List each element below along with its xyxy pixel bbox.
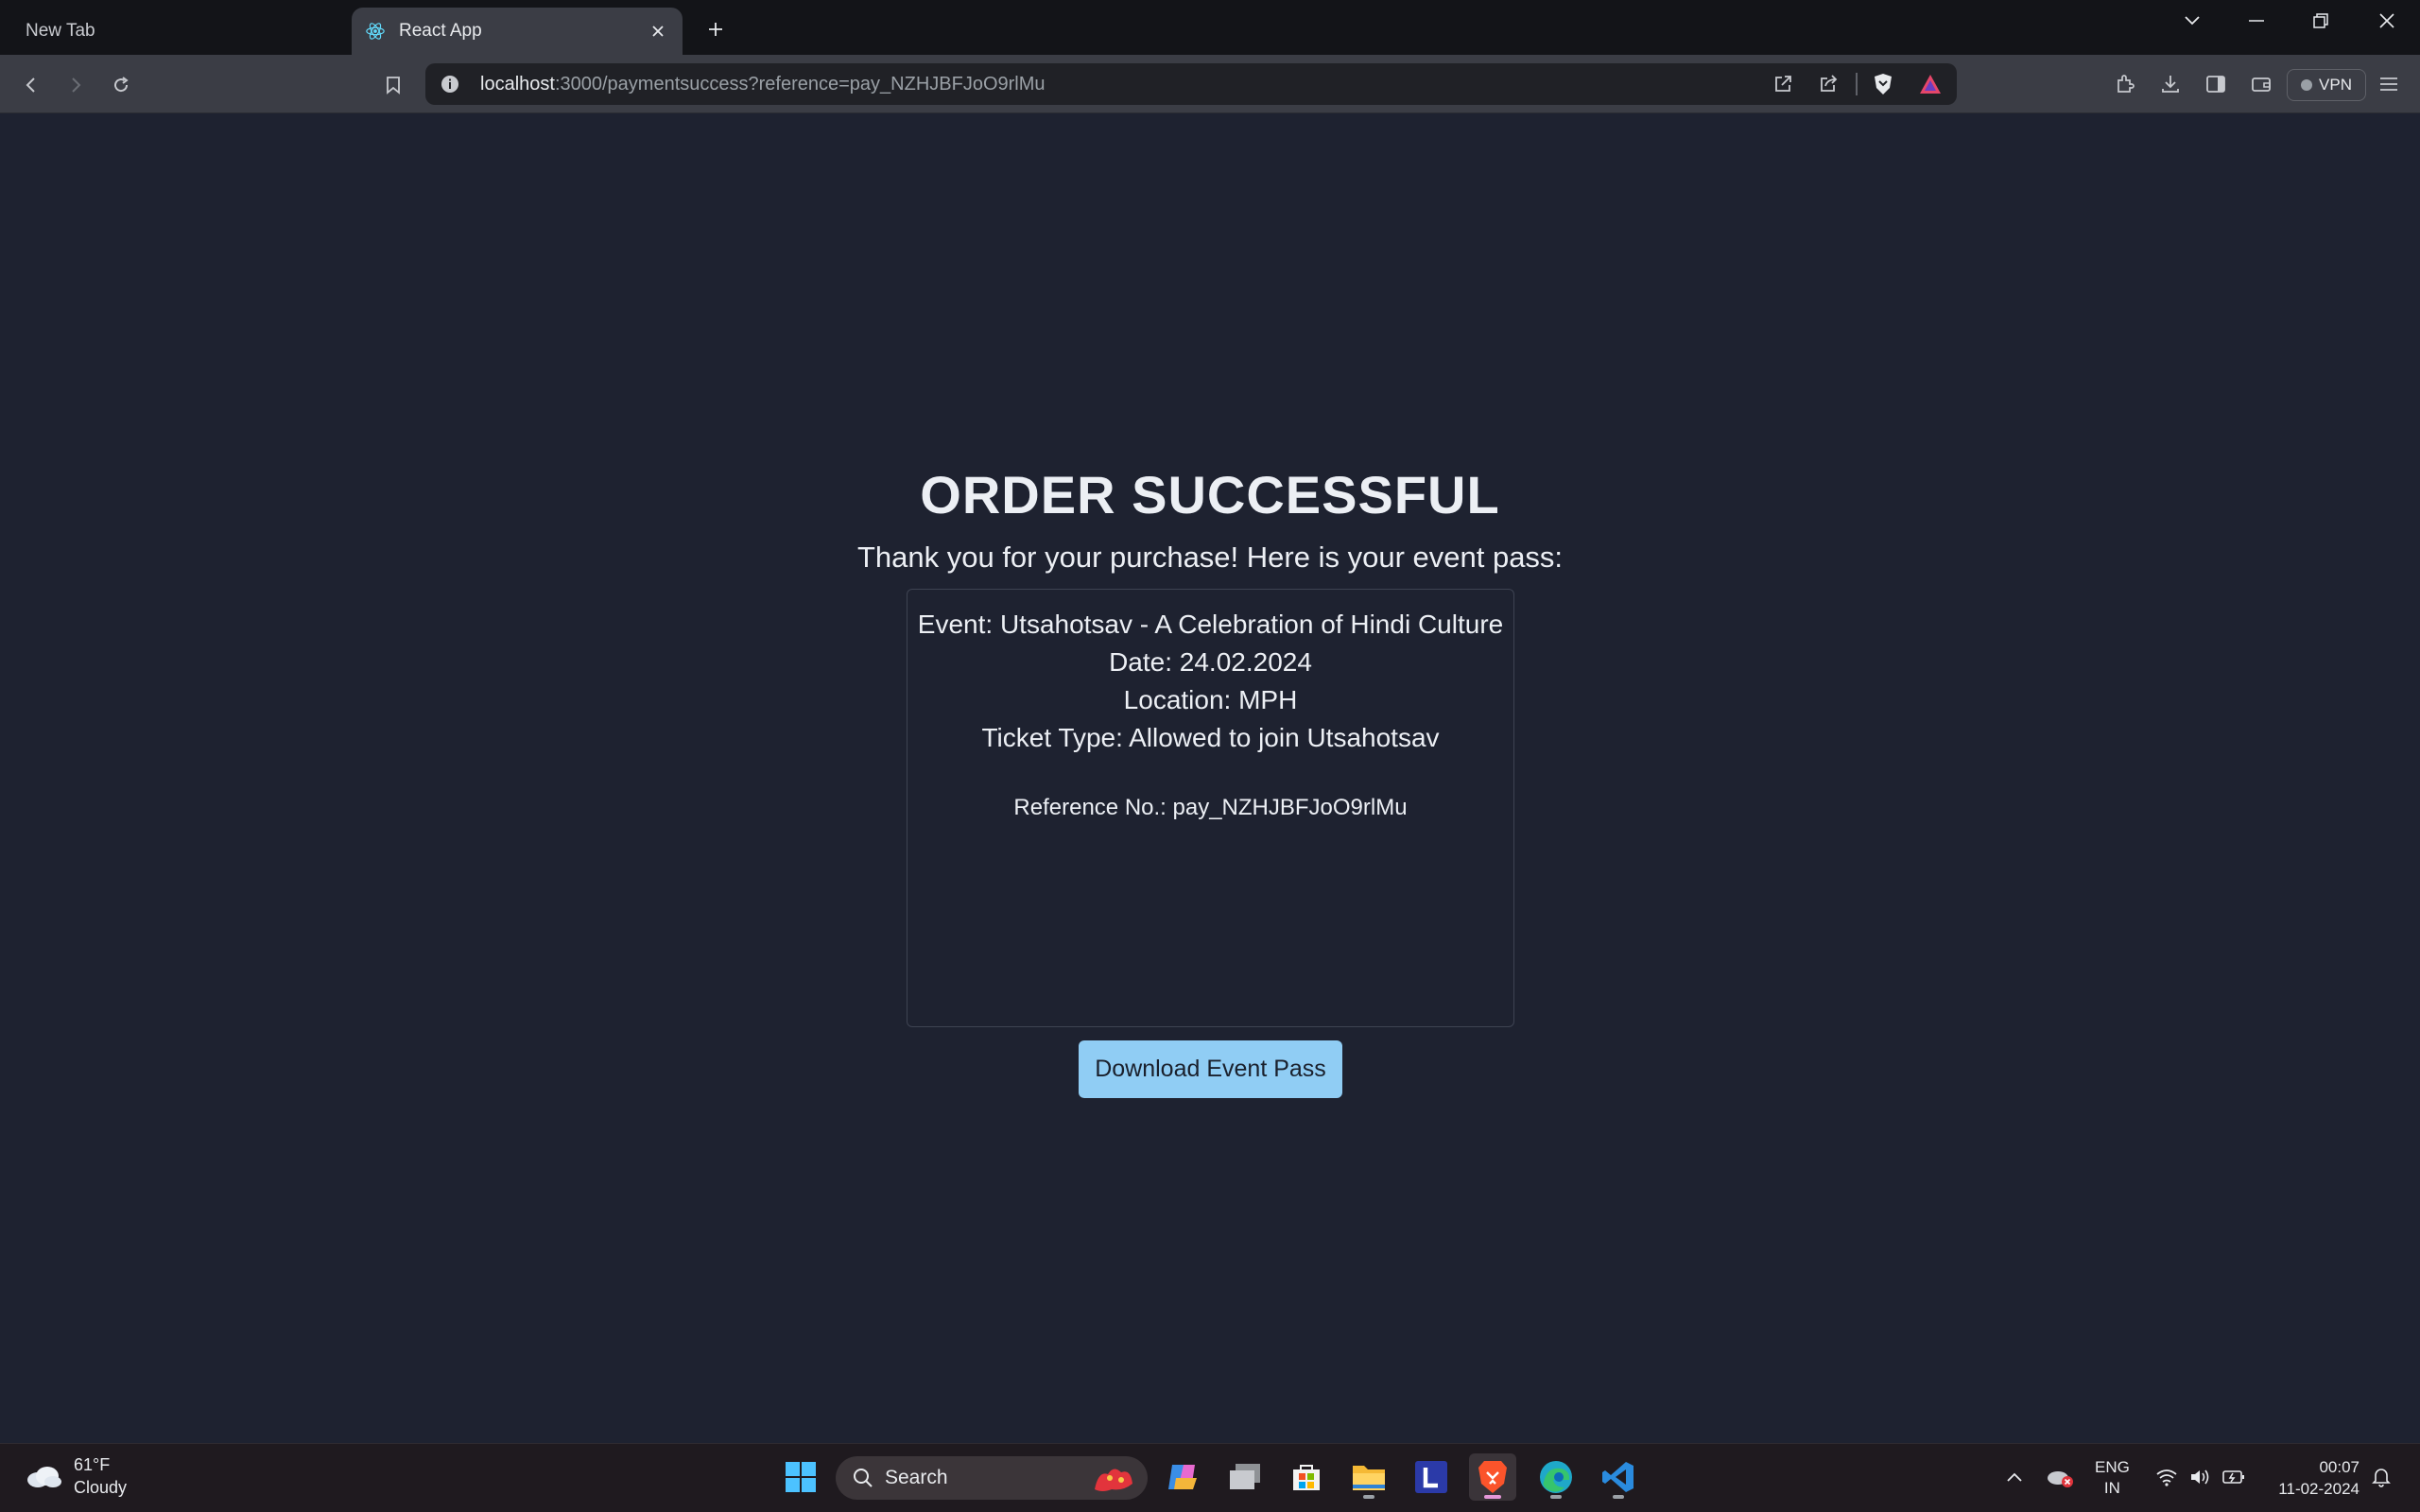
site-info-icon[interactable] (439, 73, 461, 95)
windows-logo-icon (786, 1462, 816, 1492)
store-button[interactable] (1283, 1453, 1330, 1501)
battery-icon[interactable] (2220, 1463, 2248, 1491)
onedrive-error-icon[interactable] (2046, 1463, 2074, 1491)
browser-toolbar: localhost:3000/paymentsuccess?reference=… (0, 55, 2420, 113)
downloads-icon[interactable] (2156, 70, 2185, 98)
task-view-icon (1230, 1464, 1260, 1489)
brave-shields-icon[interactable] (1870, 71, 1896, 97)
start-button[interactable] (777, 1453, 824, 1501)
vscode-icon (1602, 1462, 1634, 1492)
event-pass-card: Event: Utsahotsav - A Celebration of Hin… (907, 589, 1514, 1027)
weather-desc: Cloudy (74, 1478, 128, 1497)
page-content: ORDER SUCCESSFUL Thank you for your purc… (0, 114, 2420, 1443)
new-tab-button[interactable] (700, 13, 732, 45)
download-event-pass-button[interactable]: Download Event Pass (1079, 1040, 1342, 1098)
clock-date: 11-02-2024 (2278, 1480, 2360, 1498)
pass-date: Date: 24.02.2024 (1109, 647, 1312, 677)
weather-widget[interactable]: 61°F Cloudy (25, 1453, 127, 1499)
cloud-icon (27, 1467, 61, 1487)
tab-search-chevron-icon[interactable] (2161, 0, 2223, 42)
react-icon (366, 23, 385, 40)
tab-label: React App (399, 21, 482, 41)
omnibox-divider (1856, 73, 1858, 95)
page-title: ORDER SUCCESSFUL (920, 465, 1500, 524)
share-icon[interactable] (1815, 71, 1841, 97)
menu-icon[interactable] (2375, 70, 2403, 98)
search-highlight-icon (1095, 1469, 1132, 1491)
wallet-icon[interactable] (2247, 70, 2275, 98)
running-indicator (1550, 1495, 1562, 1499)
store-icon (1293, 1465, 1320, 1490)
edge-button[interactable] (1532, 1453, 1580, 1501)
taskbar-search[interactable]: Search (836, 1456, 1148, 1500)
close-tab-icon[interactable] (645, 18, 671, 44)
brave-icon (1478, 1461, 1507, 1493)
clock-time: 00:07 (2319, 1458, 2360, 1476)
wifi-icon[interactable] (2152, 1463, 2181, 1491)
pass-location: Location: MPH (1123, 685, 1298, 714)
address-bar[interactable]: localhost:3000/paymentsuccess?reference=… (425, 63, 1957, 105)
lang-line1: ENG (2095, 1458, 2130, 1476)
active-indicator (1484, 1495, 1501, 1499)
pass-ticket-type: Ticket Type: Allowed to join Utsahotsav (981, 723, 1440, 752)
extensions-icon[interactable] (2111, 70, 2139, 98)
bookmark-icon[interactable] (374, 66, 412, 104)
sidebar-icon[interactable] (2202, 70, 2230, 98)
pass-event: Event: Utsahotsav - A Celebration of Hin… (917, 610, 1504, 639)
search-label: Search (885, 1467, 948, 1488)
open-in-app-icon[interactable] (1770, 71, 1796, 97)
vpn-button[interactable]: VPN (2287, 69, 2366, 101)
pass-reference: Reference No.: pay_NZHJBFJoO9rlMu (1013, 795, 1408, 820)
browser-titlebar: New Tab React App (0, 0, 2420, 55)
vpn-status-icon (2301, 79, 2313, 91)
running-indicator (1363, 1495, 1374, 1499)
l-app-icon (1415, 1461, 1447, 1493)
file-explorer-icon (1353, 1466, 1385, 1490)
edge-icon (1540, 1461, 1572, 1493)
copilot-button[interactable] (1159, 1453, 1206, 1501)
brave-rewards-icon[interactable] (1917, 71, 1944, 97)
windows-taskbar: 61°F Cloudy Search ENG IN 00:07 11-02-20… (0, 1443, 2420, 1512)
running-indicator (1613, 1495, 1624, 1499)
minimize-button[interactable] (2225, 0, 2288, 42)
copilot-icon (1168, 1465, 1197, 1489)
back-button[interactable] (12, 66, 50, 104)
search-icon (854, 1469, 873, 1487)
file-explorer-button[interactable] (1345, 1453, 1392, 1501)
volume-icon[interactable] (2187, 1463, 2215, 1491)
forward-button[interactable] (57, 66, 95, 104)
lang-line2: IN (2103, 1479, 2120, 1497)
page-subtitle: Thank you for your purchase! Here is you… (856, 541, 1564, 574)
reload-button[interactable] (102, 66, 140, 104)
tab-react-app[interactable]: React App (352, 8, 683, 55)
close-window-button[interactable] (2356, 0, 2418, 42)
notifications-bell-icon[interactable] (2367, 1463, 2395, 1491)
l-app-button[interactable] (1408, 1453, 1455, 1501)
vpn-label: VPN (2319, 76, 2352, 94)
tab-label: New Tab (26, 21, 95, 41)
tab-new-tab[interactable]: New Tab (0, 8, 340, 55)
restore-button[interactable] (2290, 0, 2352, 42)
show-hidden-icons-chevron-icon[interactable] (2000, 1463, 2029, 1491)
task-view-button[interactable] (1221, 1453, 1269, 1501)
weather-temp: 61°F (74, 1455, 111, 1474)
vscode-button[interactable] (1595, 1453, 1642, 1501)
url-text[interactable]: localhost:3000/paymentsuccess?reference=… (480, 74, 1046, 95)
brave-browser-button[interactable] (1469, 1453, 1516, 1501)
language-indicator[interactable]: ENG IN (2095, 1457, 2130, 1499)
clock[interactable]: 00:07 11-02-2024 (2265, 1456, 2360, 1500)
